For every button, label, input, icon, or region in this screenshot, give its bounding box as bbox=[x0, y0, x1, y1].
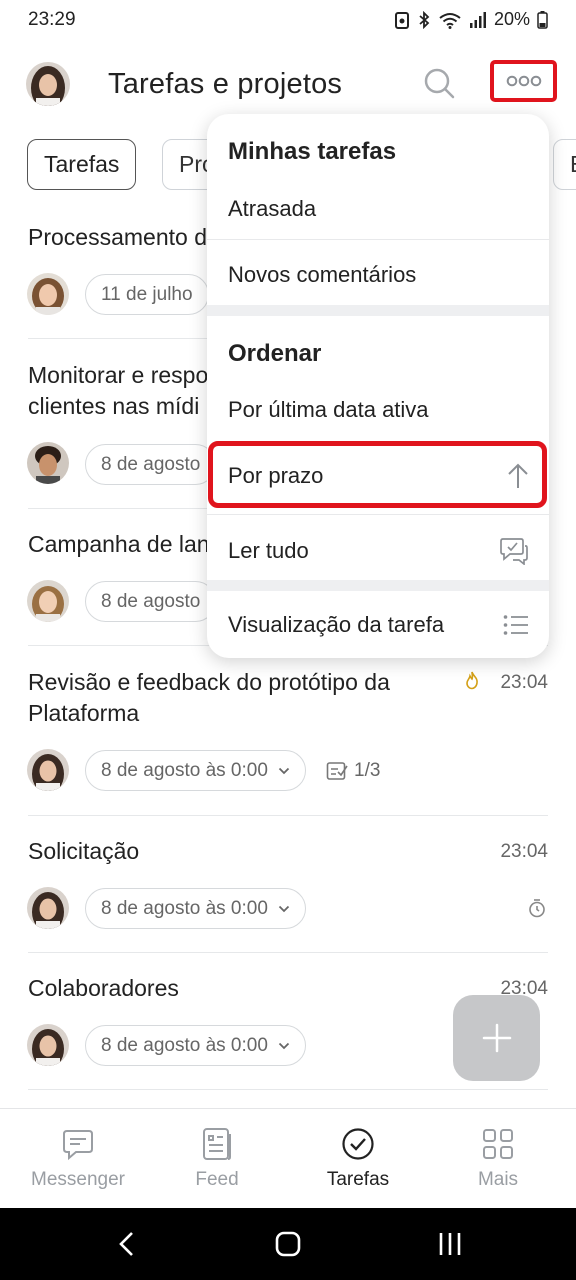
divider bbox=[207, 239, 549, 240]
options-menu: Minhas tarefas Atrasada Novos comentário… bbox=[207, 114, 549, 658]
divider bbox=[28, 952, 548, 953]
battery-icon bbox=[537, 10, 548, 29]
app-header: Tarefas e projetos bbox=[0, 52, 576, 118]
recent-apps-icon[interactable] bbox=[437, 1230, 463, 1258]
due-date: 8 de agosto às 0:00 bbox=[101, 1034, 268, 1056]
add-task-button[interactable] bbox=[453, 995, 540, 1081]
due-date-pill[interactable]: 8 de agosto às 0:00 bbox=[85, 888, 306, 929]
menu-item-label: Ler tudo bbox=[228, 538, 309, 563]
checklist-count: 1/3 bbox=[354, 760, 381, 781]
divider bbox=[207, 514, 549, 515]
avatar bbox=[27, 1024, 69, 1066]
recycle-icon bbox=[394, 11, 409, 29]
grid-icon bbox=[483, 1129, 513, 1159]
divider bbox=[28, 1089, 548, 1090]
bottom-navigation: Messenger Feed Tarefas Mais bbox=[0, 1108, 576, 1208]
menu-section-sort: Ordenar bbox=[228, 340, 322, 367]
avatar bbox=[27, 273, 69, 315]
nav-label: Tarefas bbox=[326, 1169, 390, 1190]
signal-icon bbox=[469, 11, 486, 28]
menu-item-sort-last-active[interactable]: Por última data ativa bbox=[207, 387, 549, 433]
fire-icon bbox=[466, 671, 478, 690]
menu-item-read-all[interactable]: Ler tudo bbox=[207, 527, 549, 575]
nav-label: Messenger bbox=[31, 1169, 125, 1190]
chevron-down-icon bbox=[278, 1042, 290, 1049]
menu-item-overdue[interactable]: Atrasada bbox=[207, 186, 549, 232]
chevron-down-icon bbox=[278, 767, 290, 774]
task-title-line2: Plataforma bbox=[28, 700, 140, 726]
system-nav-bar bbox=[0, 1208, 576, 1280]
status-icons: 20% bbox=[394, 9, 548, 30]
avatar bbox=[27, 887, 69, 929]
avatar bbox=[27, 749, 69, 791]
due-date-pill[interactable]: 11 de julho bbox=[85, 274, 209, 315]
tab-tarefas[interactable]: Tarefas bbox=[27, 139, 137, 190]
search-icon bbox=[424, 68, 455, 99]
nav-messenger[interactable]: Messenger bbox=[8, 1127, 148, 1191]
due-date-pill[interactable]: 8 de agosto às 0:00 bbox=[85, 750, 306, 791]
more-options-button[interactable] bbox=[490, 60, 557, 102]
wifi-icon bbox=[439, 12, 461, 29]
status-time: 23:29 bbox=[28, 9, 76, 30]
menu-item-task-view[interactable]: Visualização da tarefa bbox=[207, 601, 549, 649]
user-avatar[interactable] bbox=[26, 62, 70, 106]
due-date: 8 de agosto às 0:00 bbox=[101, 897, 268, 919]
nav-label: Mais bbox=[477, 1169, 519, 1190]
search-button[interactable] bbox=[422, 66, 458, 102]
menu-section-my-tasks: Minhas tarefas bbox=[228, 138, 397, 165]
task-title: Processamento d bbox=[28, 224, 207, 250]
menu-item-new-comments[interactable]: Novos comentários bbox=[207, 252, 549, 298]
plus-icon bbox=[482, 1023, 511, 1053]
nav-feed[interactable]: Feed bbox=[147, 1127, 287, 1191]
more-dots-icon bbox=[506, 75, 541, 87]
chat-bubble-icon bbox=[63, 1130, 93, 1161]
task-title: Solicitação bbox=[28, 838, 140, 864]
nav-mais[interactable]: Mais bbox=[428, 1127, 568, 1191]
nav-label: Feed bbox=[195, 1169, 239, 1190]
due-date: 8 de agosto bbox=[101, 590, 201, 612]
divider bbox=[28, 815, 548, 816]
list-icon bbox=[503, 615, 528, 635]
menu-item-label: Visualização da tarefa bbox=[228, 612, 445, 637]
timer-icon bbox=[529, 899, 545, 918]
back-icon[interactable] bbox=[116, 1230, 138, 1258]
chevron-down-icon bbox=[278, 905, 290, 912]
tab-e[interactable]: E bbox=[553, 139, 576, 190]
status-bar: 23:29 20% bbox=[0, 0, 576, 42]
battery-percent: 20% bbox=[493, 9, 530, 29]
task-title: Monitorar e respo bbox=[28, 362, 209, 388]
feed-icon bbox=[203, 1128, 231, 1160]
task-time: 23:04 bbox=[500, 841, 548, 862]
due-date: 11 de julho bbox=[101, 283, 193, 305]
check-circle-icon bbox=[342, 1128, 374, 1160]
task-title: Colaboradores bbox=[28, 975, 179, 1001]
checklist-counter: 1/3 bbox=[326, 760, 380, 782]
due-date: 8 de agosto bbox=[101, 453, 201, 475]
menu-section-gap bbox=[207, 580, 549, 591]
due-date-pill[interactable]: 8 de agosto bbox=[85, 581, 217, 622]
checklist-icon bbox=[326, 762, 348, 780]
highlight-frame bbox=[208, 441, 547, 508]
due-date-pill[interactable]: 8 de agosto às 0:00 bbox=[85, 1025, 306, 1066]
menu-section-gap bbox=[207, 305, 549, 316]
bluetooth-icon bbox=[419, 10, 430, 29]
task-time: 23:04 bbox=[500, 672, 548, 693]
avatar bbox=[27, 580, 69, 622]
task-title: Campanha de lan bbox=[28, 531, 210, 557]
home-icon[interactable] bbox=[275, 1230, 301, 1258]
task-title-line2: clientes nas mídi bbox=[28, 393, 200, 419]
nav-tarefas[interactable]: Tarefas bbox=[288, 1127, 428, 1191]
page-title: Tarefas e projetos bbox=[108, 68, 343, 100]
chat-check-icon bbox=[500, 538, 528, 565]
task-title: Revisão e feedback do protótipo da bbox=[28, 669, 390, 695]
avatar bbox=[27, 442, 69, 484]
due-date-pill[interactable]: 8 de agosto bbox=[85, 444, 217, 485]
due-date: 8 de agosto às 0:00 bbox=[101, 759, 268, 781]
